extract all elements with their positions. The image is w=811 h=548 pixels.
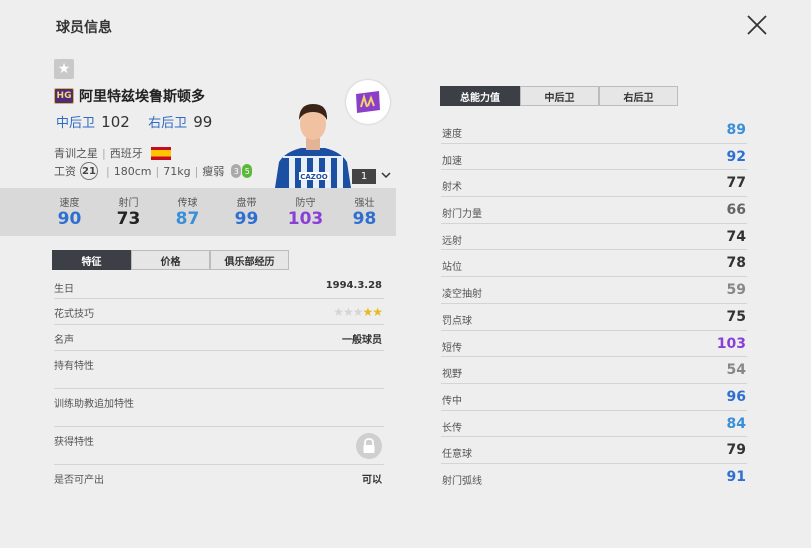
info-row-producible: 是否可产出 可以 [54,475,382,486]
salary-label: 工资 [54,165,76,178]
attr-row: 速度 89 [441,117,747,144]
position-1: 中后卫 [56,116,96,131]
chevron-down-icon[interactable] [380,169,392,181]
height-value: 180cm [113,164,152,178]
player-name: 阿里特兹埃鲁斯顿多 [79,89,205,105]
attr-row: 短传 103 [441,331,747,358]
weight-value: 71kg [163,164,191,178]
main-stats-bar: 速度 90 射门 73 传球 87 盘带 99 防守 103 强壮 98 [0,188,396,236]
info-row-acquired-traits: 获得特性 [54,427,384,465]
tab-rb[interactable]: 右后卫 [599,86,678,106]
tab-overall[interactable]: 总能力值 [440,86,520,106]
skill-stars-icon: ★★★★★ [333,305,383,319]
attr-row: 远射 74 [441,224,747,251]
attr-row: 长传 84 [441,411,747,438]
player-body-row: 工资 21 | 180cm | 71kg | 瘦弱 3 5 [54,162,253,180]
attr-row: 任意球 79 [441,437,747,464]
lock-icon[interactable] [356,433,382,459]
club-logo-icon [346,80,390,124]
attr-row: 罚点球 75 [441,304,747,331]
position-2: 右后卫 [148,116,188,131]
tab-cb[interactable]: 中后卫 [520,86,599,106]
nation-label: 西班牙 [109,147,143,160]
attribute-list: 速度 89 加速 92 射术 77 射门力量 66 远射 74 站位 78 凌空抽射 59 罚… [441,117,747,491]
favorite-star-icon[interactable]: ★ [54,59,74,79]
stat-defending: 防守 103 [287,198,324,229]
spain-flag-icon [150,146,171,160]
page-title: 球员信息 [56,20,112,36]
salary-value: 21 [80,162,98,180]
attr-row: 凌空抽射 59 [441,277,747,304]
info-row-coach-traits: 训练助教追加特性 [54,389,384,427]
stat-passing: 传球 87 [175,198,200,229]
attr-row: 加速 92 [441,144,747,171]
stat-speed: 速度 90 [57,198,82,229]
attr-row: 射术 77 [441,170,747,198]
attr-row: 视野 54 [441,357,747,384]
position-2-rating: 99 [193,113,213,131]
right-foot-icon: 5 [242,164,253,178]
stat-dribbling: 盘带 99 [234,198,259,229]
player-info-list: 生日 1994.3.28 花式技巧 ★★★★★ 名声 一般球员 持有特性 训练助… [54,274,384,490]
info-row-traits: 持有特性 [54,351,384,389]
stat-shooting: 射门 73 [116,198,141,229]
attr-row: 站位 78 [441,250,747,278]
player-portrait: CAZOO [275,104,351,188]
attr-row: 传中 96 [441,384,747,411]
enhance-level[interactable]: 1 [352,169,376,184]
tab-traits[interactable]: 特征 [52,250,131,270]
right-tab-bar: 总能力值 中后卫 右后卫 [440,86,678,106]
left-tab-bar: 特征 价格 俱乐部经历 [52,250,289,270]
attr-row: 射门弧线 91 [442,468,746,487]
player-origin-row: 青训之星 | 西班牙 [54,145,171,161]
position-1-rating: 102 [101,113,130,131]
tab-club-history[interactable]: 俱乐部经历 [210,250,289,270]
info-row-fame: 名声 一般球员 [54,325,384,351]
shirt-sponsor: CAZOO [300,173,328,181]
stat-physical: 强壮 98 [352,198,377,229]
info-row-birthday: 生日 1994.3.28 [54,274,384,299]
close-icon[interactable] [744,12,770,38]
attr-row: 射门力量 66 [441,197,747,224]
body-type: 瘦弱 [202,165,225,178]
homegrown-badge: HG [54,88,74,104]
info-row-skill: 花式技巧 ★★★★★ [54,299,384,325]
tab-price[interactable]: 价格 [131,250,210,270]
origin-label: 青训之星 [54,147,98,160]
position-ratings: 中后卫 102 右后卫 99 [56,112,212,131]
left-foot-icon: 3 [231,164,242,178]
